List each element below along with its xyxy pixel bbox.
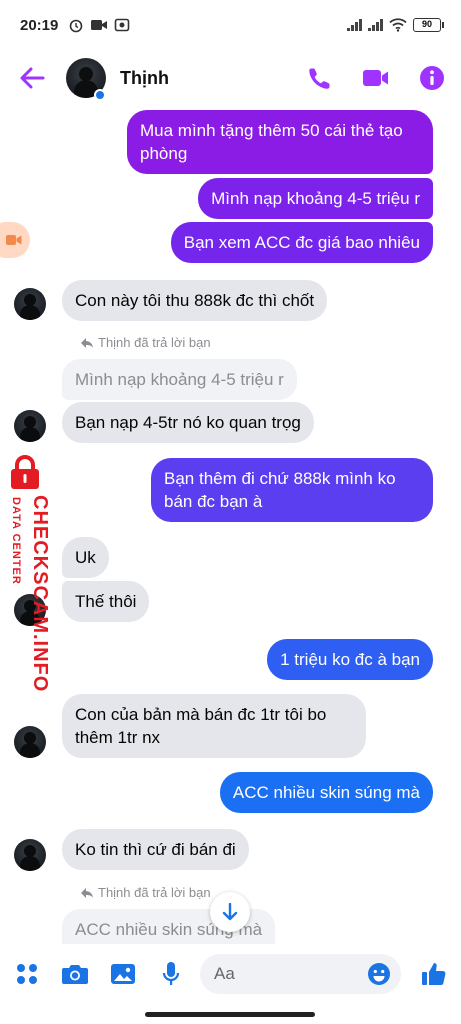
incoming-message[interactable]: Bạn nạp 4-5tr nó ko quan trọg xyxy=(62,402,314,443)
like-icon xyxy=(422,963,446,985)
info-icon xyxy=(420,66,444,90)
wifi-icon xyxy=(389,18,407,32)
gallery-button[interactable] xyxy=(108,959,138,989)
contact-avatar-small[interactable] xyxy=(14,839,46,871)
watermark: CHECKSCAM.INFO DATA CENTER xyxy=(2,455,52,692)
message-input[interactable]: Aa xyxy=(200,954,401,994)
message-composer: Aa xyxy=(0,944,461,1004)
signal-icon-2 xyxy=(368,19,383,31)
outgoing-message[interactable]: Mua mình tặng thêm 50 cái thẻ tạo phòng xyxy=(127,110,433,174)
message-input-placeholder: Aa xyxy=(214,964,235,983)
emoji-icon[interactable] xyxy=(367,962,391,986)
lock-icon xyxy=(11,455,39,489)
incoming-message[interactable]: Thế thôi xyxy=(62,581,150,622)
reply-icon xyxy=(81,887,93,898)
contact-name[interactable]: Thịnh xyxy=(120,68,169,89)
outgoing-message[interactable]: 1 triệu ko đc à bạn xyxy=(267,639,433,680)
gallery-status-icon xyxy=(115,18,130,32)
battery-icon: 90 xyxy=(413,18,444,32)
reply-indicator: Thịnh đã trả lời bạn xyxy=(80,335,211,350)
camera-button[interactable] xyxy=(60,959,90,989)
scroll-to-bottom-button[interactable] xyxy=(210,892,250,932)
video-call-button[interactable] xyxy=(361,63,391,93)
camera-icon xyxy=(62,965,88,984)
conversation-header: Thịnh xyxy=(0,50,461,106)
arrow-down-icon xyxy=(222,903,238,921)
quoted-message[interactable]: Mình nạp khoảng 4-5 triệu r xyxy=(62,359,297,400)
back-button[interactable] xyxy=(14,60,50,96)
verified-badge xyxy=(94,89,106,101)
video-camera-icon xyxy=(363,70,388,86)
info-button[interactable] xyxy=(417,63,447,93)
alarm-icon xyxy=(70,19,83,33)
incoming-message[interactable]: Uk xyxy=(62,537,109,578)
reply-icon xyxy=(81,337,93,348)
watermark-subtext: DATA CENTER xyxy=(10,497,22,585)
outgoing-message[interactable]: Bạn xem ACC đc giá bao nhiêu xyxy=(170,222,433,263)
outgoing-message[interactable]: ACC nhiều skin súng mà xyxy=(219,772,433,813)
outgoing-message[interactable]: Bạn thêm đi chứ 888k mình ko bán đc bạn … xyxy=(151,458,433,522)
outgoing-message[interactable]: Mình nạp khoảng 4-5 triệu r xyxy=(198,178,433,219)
watermark-text: CHECKSCAM.INFO xyxy=(29,495,51,693)
signal-icon xyxy=(347,19,362,31)
video-recorder-icon xyxy=(91,20,108,30)
reply-indicator: Thịnh đã trả lời bạn xyxy=(80,885,211,900)
incoming-message[interactable]: Con này tôi thu 888k đc thì chốt xyxy=(62,280,328,321)
more-actions-button[interactable] xyxy=(12,959,42,989)
back-arrow-icon xyxy=(20,67,45,89)
home-indicator[interactable] xyxy=(145,1012,315,1017)
apps-icon xyxy=(17,964,37,984)
microphone-icon xyxy=(162,962,180,985)
status-bar: 20:19 90 xyxy=(0,0,461,50)
contact-avatar-small[interactable] xyxy=(14,726,46,758)
call-button[interactable] xyxy=(305,63,335,93)
message-list[interactable]: Mua mình tặng thêm 50 cái thẻ tạo phòng … xyxy=(0,106,461,944)
gallery-icon xyxy=(111,964,135,984)
contact-avatar-small[interactable] xyxy=(14,410,46,442)
like-button[interactable] xyxy=(419,959,449,989)
phone-icon xyxy=(309,68,330,89)
status-time: 20:19 xyxy=(20,16,59,34)
incoming-message[interactable]: Con của bản mà bán đc 1tr tôi bo thêm 1t… xyxy=(62,694,366,758)
video-chat-button[interactable] xyxy=(0,222,30,258)
video-camera-icon xyxy=(6,235,22,245)
contact-avatar-small[interactable] xyxy=(14,288,46,320)
voice-button[interactable] xyxy=(156,959,186,989)
incoming-message[interactable]: Ko tin thì cứ đi bán đi xyxy=(62,829,249,870)
